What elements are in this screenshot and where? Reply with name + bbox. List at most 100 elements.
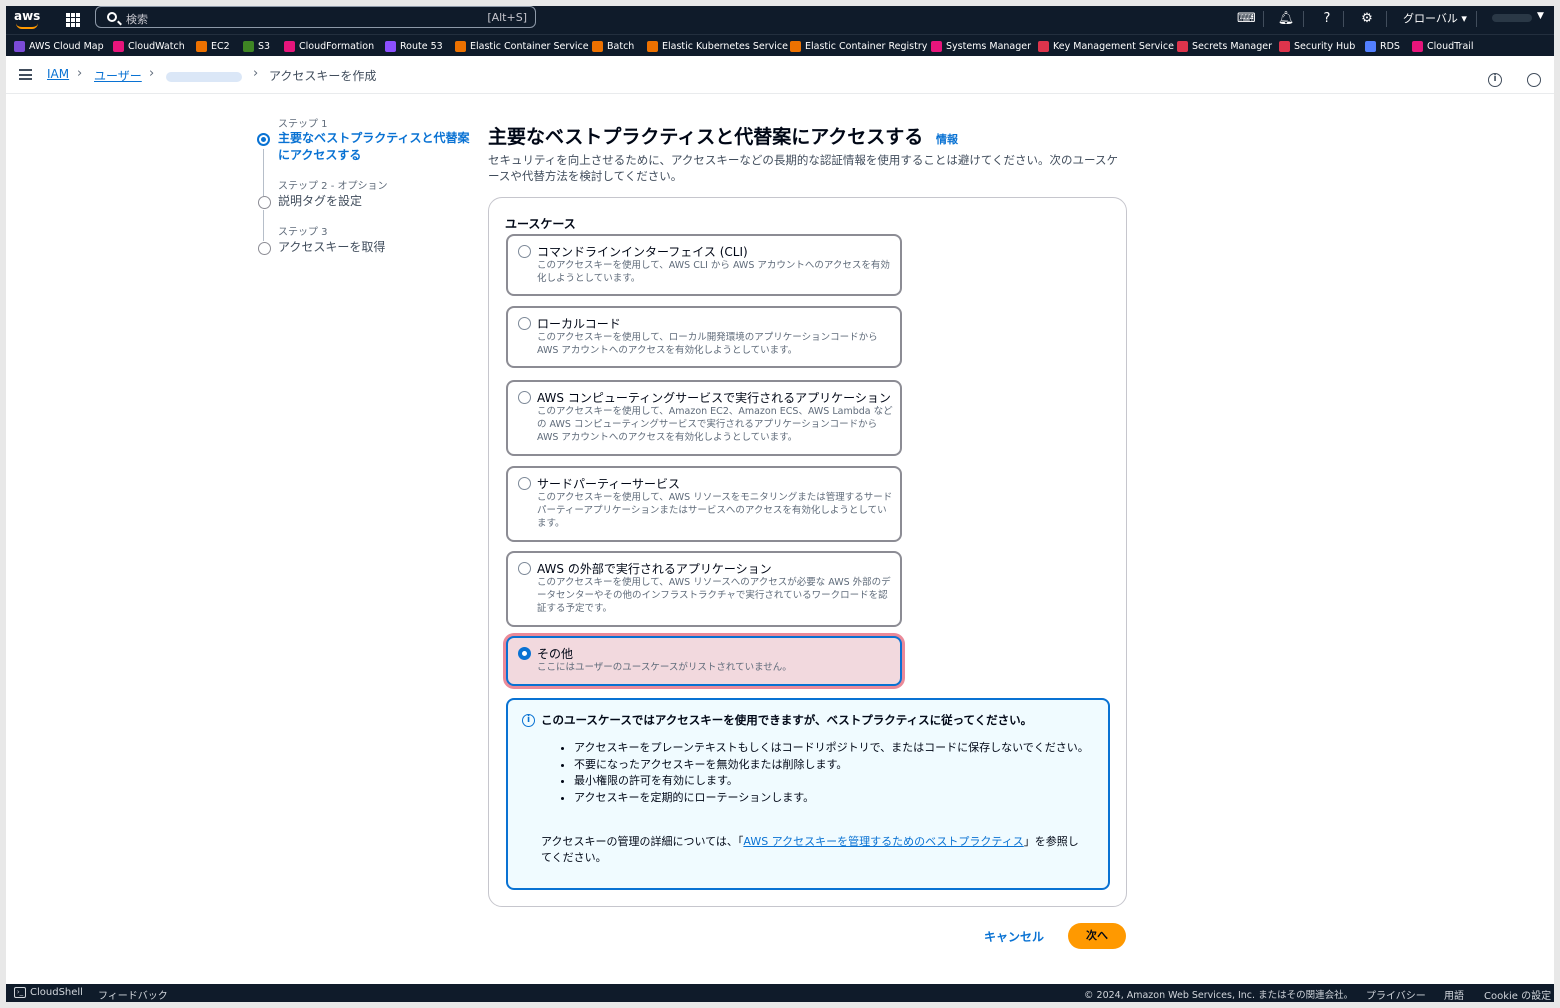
step-2-title: 説明タグを設定: [278, 194, 363, 208]
breadcrumb-users[interactable]: ユーザー: [94, 67, 142, 84]
bell-icon[interactable]: 🔔︎: [1277, 10, 1295, 28]
list-item: 最小権限の許可を有効にします。: [574, 773, 1094, 790]
service-icon: [1279, 40, 1290, 52]
favorite-item[interactable]: Systems Manager: [931, 39, 1031, 53]
menu-icon[interactable]: [19, 69, 32, 80]
cloudshell-link[interactable]: CloudShell: [30, 987, 83, 998]
cookie-settings-link[interactable]: Cookie の設定: [1484, 987, 1551, 1002]
option-description: このアクセスキーを使用して、AWS リソースへのアクセスが必要な AWS 外部の…: [537, 577, 891, 614]
favorite-item[interactable]: Route 53: [385, 39, 443, 53]
search-input[interactable]: 検索 [Alt+S]: [95, 6, 536, 28]
favorite-item[interactable]: Elastic Kubernetes Service: [647, 39, 788, 53]
terms-link[interactable]: 用語: [1444, 987, 1464, 1002]
best-practices-link[interactable]: AWS アクセスキーを管理するためのベストプラクティス: [743, 835, 1023, 848]
option-title: コマンドラインインターフェイス (CLI): [537, 245, 748, 259]
top-navigation: aws 検索 [Alt+S] ⌨ 🔔︎ ? ⚙ グローバル ▾ ▼: [6, 6, 1554, 34]
step-3-title: アクセスキーを取得: [278, 240, 386, 254]
list-item: アクセスキーを定期的にローテーションします。: [574, 790, 1094, 807]
favorite-item[interactable]: Security Hub: [1279, 39, 1355, 53]
aws-logo[interactable]: aws: [14, 9, 44, 31]
radio-button[interactable]: [518, 477, 531, 490]
favorites-bar: AWS Cloud Map CloudWatch EC2 S3 CloudFor…: [6, 34, 1554, 56]
radio-button[interactable]: [518, 245, 531, 258]
favorite-item[interactable]: CloudFormation: [284, 39, 374, 53]
usecase-option-aws-compute[interactable]: AWS コンピューティングサービスで実行されるアプリケーション このアクセスキー…: [506, 380, 902, 456]
favorite-item[interactable]: Elastic Container Service: [455, 39, 589, 53]
chevron-right-icon: ›: [77, 66, 83, 81]
region-selector[interactable]: グローバル ▾: [1403, 10, 1467, 26]
radio-button[interactable]: [518, 562, 531, 575]
service-icon: [113, 40, 124, 52]
service-icon: [385, 40, 396, 52]
settings-icon[interactable]: [1527, 73, 1541, 87]
radio-button[interactable]: [518, 317, 531, 330]
gear-icon[interactable]: ⚙: [1358, 10, 1376, 28]
option-description: このアクセスキーを使用して、Amazon EC2、Amazon ECS、AWS …: [537, 406, 893, 443]
info-link[interactable]: 情報: [936, 131, 958, 147]
service-icon: [196, 40, 207, 52]
page-description: セキュリティを向上させるために、アクセスキーなどの長期的な認証情報を使用すること…: [488, 153, 1118, 183]
cloudshell-icon[interactable]: ›_: [14, 987, 26, 998]
services-menu-icon[interactable]: [66, 13, 80, 27]
step-label: ステップ 2 - オプション: [278, 181, 388, 192]
favorite-item[interactable]: CloudTrail: [1412, 39, 1474, 53]
option-title: その他: [537, 647, 574, 661]
radio-button[interactable]: [518, 391, 531, 404]
service-icon: [14, 40, 25, 52]
help-icon[interactable]: ?: [1318, 10, 1336, 28]
step-1-title[interactable]: 主要なベストプラクティスと代替案 にアクセスする: [278, 130, 470, 164]
favorite-item[interactable]: EC2: [196, 39, 230, 53]
radio-button-selected[interactable]: [518, 647, 531, 660]
cloudshell-icon[interactable]: ⌨: [1237, 10, 1256, 28]
service-icon: [931, 40, 942, 52]
breadcrumb-username[interactable]: [166, 72, 242, 82]
footer: ›_ CloudShell フィードバック © 2024, Amazon Web…: [6, 984, 1554, 1002]
usecase-title: ユースケース: [505, 217, 576, 231]
list-item: アクセスキーをプレーンテキストもしくはコードリポジトリで、またはコードに保存しな…: [574, 740, 1094, 757]
feedback-link[interactable]: フィードバック: [98, 987, 168, 1002]
page-title: 主要なベストプラクティスと代替案にアクセスする: [488, 126, 924, 148]
service-icon: [647, 40, 658, 52]
chevron-right-icon: ›: [253, 66, 259, 81]
alert-heading: このユースケースではアクセスキーを使用できますが、ベストプラクティスに従ってくだ…: [541, 713, 1033, 727]
privacy-link[interactable]: プライバシー: [1366, 987, 1426, 1002]
usecase-option-outside-aws[interactable]: AWS の外部で実行されるアプリケーション このアクセスキーを使用して、AWS …: [506, 551, 902, 627]
option-title: AWS の外部で実行されるアプリケーション: [537, 562, 772, 576]
favorite-item[interactable]: Key Management Service: [1038, 39, 1174, 53]
info-alert: i このユースケースではアクセスキーを使用できますが、ベストプラクティスに従って…: [506, 698, 1110, 890]
service-icon: [1365, 40, 1376, 52]
usecase-option-local-code[interactable]: ローカルコード このアクセスキーを使用して、ローカル開発環境のアプリケーションコ…: [506, 306, 902, 368]
chevron-down-icon[interactable]: ▼: [1537, 11, 1544, 21]
favorite-item[interactable]: Secrets Manager: [1177, 39, 1272, 53]
option-description: このアクセスキーを使用して、AWS リソースをモニタリングまたは管理するサードパ…: [537, 492, 893, 529]
favorite-item[interactable]: S3: [243, 39, 270, 53]
step-label: ステップ 3: [278, 227, 328, 238]
list-item: 不要になったアクセスキーを無効化または削除します。: [574, 757, 1094, 774]
usecase-option-third-party[interactable]: サードパーティーサービス このアクセスキーを使用して、AWS リソースをモニタリ…: [506, 466, 902, 542]
step-label: ステップ 1: [278, 119, 328, 130]
option-title: AWS コンピューティングサービスで実行されるアプリケーション: [537, 391, 891, 405]
favorite-item[interactable]: Elastic Container Registry: [790, 39, 927, 53]
usecase-option-cli[interactable]: コマンドラインインターフェイス (CLI) このアクセスキーを使用して、AWS …: [506, 234, 902, 296]
usecase-option-other[interactable]: その他 ここにはユーザーのユースケースがリストされていません。: [506, 636, 902, 686]
copyright: © 2024, Amazon Web Services, Inc. またはその関…: [1084, 990, 1354, 1001]
favorite-item[interactable]: AWS Cloud Map: [14, 39, 104, 53]
option-title: ローカルコード: [537, 317, 621, 331]
service-icon: [1412, 40, 1423, 52]
next-button[interactable]: 次へ: [1068, 923, 1126, 949]
cancel-button[interactable]: キャンセル: [984, 928, 1044, 945]
chevron-right-icon: ›: [149, 66, 155, 81]
step-indicator: [258, 242, 271, 255]
service-icon: [1177, 40, 1188, 52]
step-indicator: [258, 196, 271, 209]
service-icon: [790, 40, 801, 52]
option-title: サードパーティーサービス: [537, 477, 681, 491]
breadcrumb: IAM › ユーザー › › アクセスキーを作成 i: [6, 56, 1554, 94]
account-menu[interactable]: [1492, 14, 1532, 22]
breadcrumb-iam[interactable]: IAM: [47, 67, 69, 81]
favorite-item[interactable]: CloudWatch: [113, 39, 185, 53]
favorite-item[interactable]: Batch: [592, 39, 634, 53]
service-icon: [455, 40, 466, 52]
info-icon[interactable]: i: [1488, 73, 1502, 87]
favorite-item[interactable]: RDS: [1365, 39, 1400, 53]
